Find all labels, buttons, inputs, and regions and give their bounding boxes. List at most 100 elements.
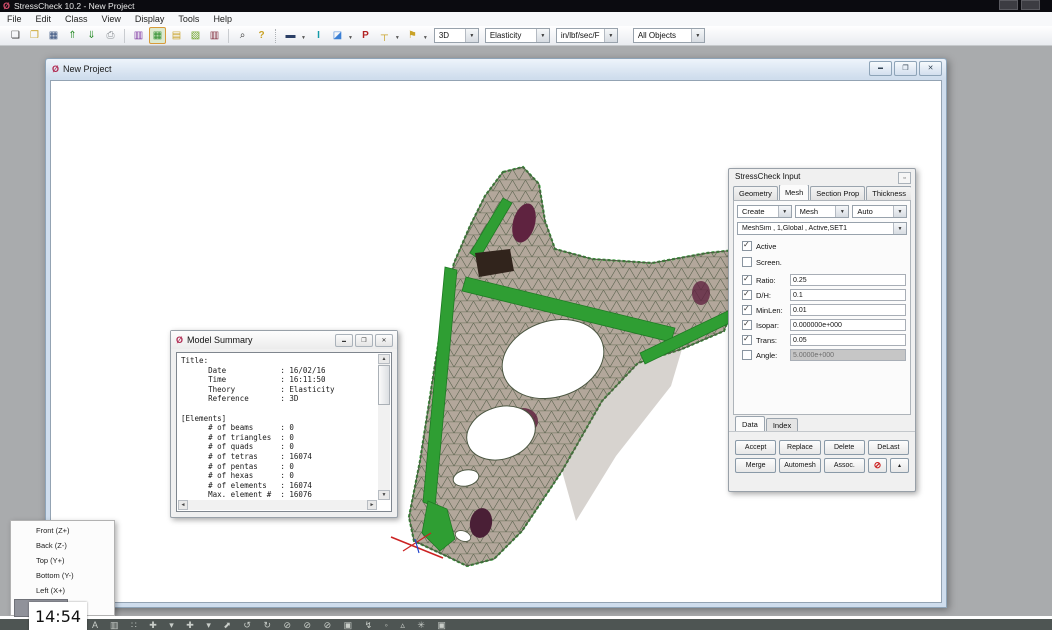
- isopar-checkbox[interactable]: [742, 320, 752, 330]
- menu-tools[interactable]: Tools: [171, 14, 206, 24]
- dimension-select[interactable]: 3D ▼: [434, 28, 479, 43]
- bottom-toolbar-icons[interactable]: A ▥ ∷ ✚ ▾ ✚ ▾ ⬈ ↺ ↻ ⊘ ⊘ ⊘ ▣ ↯ ◦ ▵ ✳ ▣: [92, 620, 451, 630]
- stresscheck-app: Ø StressCheck 10.2 - New Project File Ed…: [0, 0, 1052, 630]
- merge-button[interactable]: Merge: [735, 458, 776, 473]
- chevron-down-icon[interactable]: ▼: [395, 35, 400, 41]
- input-panel-titlebar[interactable]: StressCheck Input: [729, 169, 915, 184]
- dh-field[interactable]: [790, 289, 906, 301]
- bottom-toolbar: A ▥ ∷ ✚ ▾ ✚ ▾ ⬈ ↺ ↻ ⊘ ⊘ ⊘ ▣ ↯ ◦ ▵ ✳ ▣: [0, 619, 1052, 630]
- plot-icon[interactable]: ◪: [329, 27, 346, 44]
- formula-icon[interactable]: ▧: [187, 27, 204, 44]
- theory-select[interactable]: Elasticity ▼: [485, 28, 550, 43]
- scroll-down-icon[interactable]: ▼: [378, 490, 390, 500]
- new-icon[interactable]: ❏: [7, 27, 24, 44]
- app-maximize-button[interactable]: [1021, 0, 1040, 10]
- scroll-left-icon[interactable]: ◄: [178, 500, 188, 510]
- save-icon[interactable]: ▦: [45, 27, 62, 44]
- model-summary-body: Title: Date : 16/02/16 Time : 16:11:50 T…: [176, 352, 392, 512]
- minlen-checkbox[interactable]: [742, 305, 752, 315]
- tab-mesh[interactable]: Mesh: [779, 185, 809, 200]
- automesh-button[interactable]: Automesh: [779, 458, 820, 473]
- window-close-button[interactable]: [919, 61, 942, 76]
- menu-file[interactable]: File: [0, 14, 29, 24]
- material-icon[interactable]: ▥: [206, 27, 223, 44]
- action-select[interactable]: Create ▼: [737, 205, 792, 218]
- delast-button[interactable]: DeLast: [868, 440, 909, 455]
- ratio-checkbox[interactable]: [742, 275, 752, 285]
- dialog-minimize-button[interactable]: [335, 334, 353, 347]
- toolbar-separator: [275, 29, 277, 43]
- trans-field[interactable]: [790, 334, 906, 346]
- window-restore-button[interactable]: [894, 61, 917, 76]
- panel-close-button[interactable]: [898, 172, 911, 184]
- object-select[interactable]: Mesh ▼: [795, 205, 850, 218]
- constraint-icon[interactable]: ┬: [376, 27, 393, 44]
- display-options-icon[interactable]: ▬: [282, 27, 299, 44]
- horizontal-scrollbar[interactable]: ◄ ►: [178, 500, 377, 510]
- tab-geometry[interactable]: Geometry: [733, 186, 778, 200]
- dh-checkbox[interactable]: [742, 290, 752, 300]
- chevron-down-icon[interactable]: ▼: [301, 35, 306, 41]
- scroll-right-icon[interactable]: ►: [367, 500, 377, 510]
- locate-icon[interactable]: ⌕: [234, 27, 251, 44]
- menu-view[interactable]: View: [95, 14, 128, 24]
- method-select[interactable]: Auto ▼: [852, 205, 907, 218]
- window-minimize-button[interactable]: [869, 61, 892, 76]
- trans-checkbox[interactable]: [742, 335, 752, 345]
- accept-button[interactable]: Accept: [735, 440, 776, 455]
- open-icon[interactable]: ❐: [26, 27, 43, 44]
- chevron-down-icon: ▼: [778, 206, 791, 217]
- import-icon[interactable]: ⇑: [64, 27, 81, 44]
- menu-display[interactable]: Display: [128, 14, 172, 24]
- load-icon[interactable]: ⚑: [404, 27, 421, 44]
- mesh-set-select[interactable]: MeshSim , 1,Global , Active,SET1 ▼: [737, 222, 907, 235]
- chevron-down-icon[interactable]: ▼: [423, 35, 428, 41]
- block-button[interactable]: ⊘: [868, 458, 887, 473]
- dialog-maximize-button[interactable]: [355, 334, 373, 347]
- assoc-button[interactable]: Assoc.: [824, 458, 865, 473]
- menu-item-bottom[interactable]: Bottom (Y-): [11, 568, 114, 583]
- angle-checkbox[interactable]: [742, 350, 752, 360]
- model-summary-titlebar[interactable]: Ø Model Summary: [171, 331, 397, 349]
- menu-item-left[interactable]: Left (X+): [11, 583, 114, 598]
- tab-section-prop[interactable]: Section Prop: [810, 186, 865, 200]
- file-objects-icon[interactable]: ▤: [168, 27, 185, 44]
- menu-item-top[interactable]: Top (Y+): [11, 553, 114, 568]
- angle-field[interactable]: [790, 349, 906, 361]
- project-window-titlebar[interactable]: Ø New Project: [46, 59, 946, 78]
- vertical-scrollbar[interactable]: ▲ ▼: [378, 354, 390, 500]
- minlen-field[interactable]: [790, 304, 906, 316]
- menu-item-back[interactable]: Back (Z-): [11, 538, 114, 553]
- app-minimize-button[interactable]: [999, 0, 1018, 10]
- menu-item-front[interactable]: Front (Z+): [11, 523, 114, 538]
- print-icon[interactable]: ⎙: [102, 27, 119, 44]
- menu-help[interactable]: Help: [206, 14, 239, 24]
- app-title: StressCheck 10.2 - New Project: [14, 1, 134, 11]
- scroll-up-icon[interactable]: ▲: [378, 354, 390, 364]
- isopar-field[interactable]: [790, 319, 906, 331]
- objects-select[interactable]: All Objects ▼: [633, 28, 705, 43]
- menu-edit[interactable]: Edit: [29, 14, 59, 24]
- chevron-down-icon: ▼: [691, 29, 704, 42]
- units-select[interactable]: in/lbf/sec/F ▼: [556, 28, 618, 43]
- help-icon[interactable]: ?: [253, 27, 270, 44]
- collapse-button[interactable]: ▴: [890, 458, 909, 473]
- active-checkbox[interactable]: [742, 241, 752, 251]
- delete-button[interactable]: Delete: [824, 440, 865, 455]
- tab-thickness[interactable]: Thickness: [866, 186, 911, 200]
- section-icon[interactable]: I: [310, 27, 327, 44]
- screen-checkbox[interactable]: [742, 257, 752, 267]
- tab-data[interactable]: Data: [735, 416, 765, 431]
- points-icon[interactable]: P: [357, 27, 374, 44]
- export-icon[interactable]: ⇓: [83, 27, 100, 44]
- tab-index[interactable]: Index: [766, 418, 798, 431]
- chevron-down-icon: ▼: [835, 206, 848, 217]
- menu-class[interactable]: Class: [58, 14, 95, 24]
- mesh-view-icon[interactable]: ▦: [149, 27, 166, 44]
- chevron-down-icon[interactable]: ▼: [348, 35, 353, 41]
- project-info-icon[interactable]: ▥: [130, 27, 147, 44]
- dialog-close-button[interactable]: [375, 334, 393, 347]
- ratio-field[interactable]: [790, 274, 906, 286]
- replace-button[interactable]: Replace: [779, 440, 820, 455]
- scrollbar-thumb[interactable]: [378, 365, 390, 405]
